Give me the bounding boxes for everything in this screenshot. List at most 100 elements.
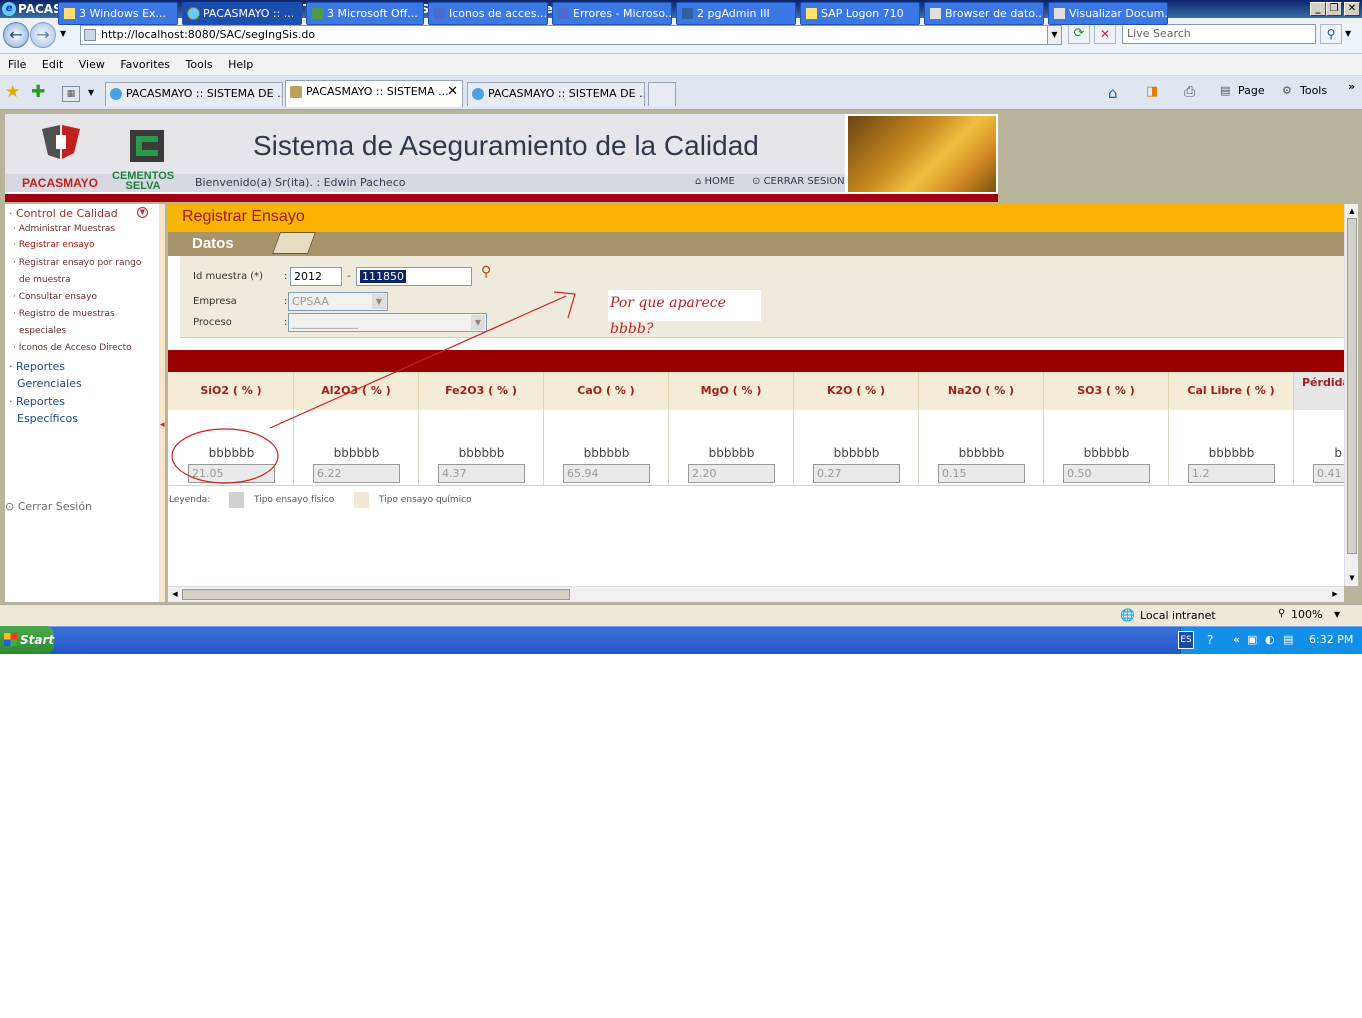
scroll-up-icon[interactable]: ▲ bbox=[1346, 205, 1358, 217]
menu-favorites[interactable]: Favorites bbox=[114, 54, 176, 76]
tools-menu[interactable]: Tools bbox=[1300, 84, 1327, 97]
minimize-button[interactable]: _ bbox=[1310, 2, 1326, 16]
system-tray: ES ? « ▣ ◐ ▤ 6:32 PM bbox=[1178, 627, 1362, 654]
print-icon[interactable]: ⎙ bbox=[1184, 84, 1195, 100]
value-input-na2o[interactable]: 0.15 bbox=[938, 464, 1025, 483]
close-window-button[interactable]: ✕ bbox=[1344, 2, 1360, 16]
value-input-k2o[interactable]: 0.27 bbox=[813, 464, 900, 483]
sidebar-gerenciales-line2[interactable]: Gerenciales bbox=[17, 377, 82, 390]
address-field[interactable]: http://localhost:8080/SAC/segIngSis.do ▼ bbox=[80, 25, 1062, 45]
sidebar-item-rango[interactable]: · Registrar ensayo por rango bbox=[13, 258, 141, 268]
menu-file[interactable]: File bbox=[2, 54, 32, 76]
back-button[interactable]: ← bbox=[3, 22, 29, 48]
taskbar-item[interactable]: SAP Logon 710 bbox=[800, 2, 920, 25]
taskbar-item-active[interactable]: PACASMAYO :: ... bbox=[182, 2, 302, 25]
quick-tabs-icon[interactable]: ▦ bbox=[62, 86, 80, 102]
vertical-scrollbar[interactable]: ▲ ▼ bbox=[1344, 204, 1358, 586]
page-icon bbox=[290, 86, 302, 98]
taskbar-item[interactable]: 3 Microsoft Off... bbox=[306, 2, 424, 25]
search-icon[interactable]: ⚲ bbox=[1320, 24, 1342, 44]
globe-icon: 🌐 bbox=[1120, 608, 1135, 622]
id-year-input[interactable]: 2012 bbox=[290, 267, 342, 286]
sidebar-especificos-line2[interactable]: Específicos bbox=[17, 412, 78, 425]
value-input-perdida[interactable]: 0.41 bbox=[1313, 464, 1344, 483]
scroll-thumb[interactable] bbox=[182, 589, 570, 600]
sidebar-item-especiales-line2[interactable]: especiales bbox=[19, 326, 66, 336]
page-menu[interactable]: Page bbox=[1238, 84, 1265, 97]
taskbar-item[interactable]: 2 pgAdmin III bbox=[676, 2, 796, 25]
home-link-label: HOME bbox=[704, 176, 735, 187]
scroll-down-icon[interactable]: ▼ bbox=[1346, 572, 1358, 584]
language-indicator[interactable]: ES bbox=[1178, 631, 1194, 649]
sidebar-item-consultar[interactable]: · Consultar ensayo bbox=[13, 292, 97, 302]
taskbar-item[interactable]: Browser de dato... bbox=[924, 2, 1044, 25]
add-favorite-icon[interactable]: ✚ bbox=[31, 82, 45, 102]
sidebar-item-registrar[interactable]: · Registrar ensayo bbox=[13, 240, 95, 250]
sidebar-section-control[interactable]: · Control de Calidad bbox=[9, 207, 118, 220]
value-input-cal-libre[interactable]: 1.2 bbox=[1188, 464, 1275, 483]
menu-tools[interactable]: Tools bbox=[180, 54, 219, 76]
cementos-selva-logo-text: CEMENTOS SELVA bbox=[112, 171, 174, 192]
menu-view[interactable]: View bbox=[73, 54, 111, 76]
col-header-cal-libre: Cal Libre ( % ) bbox=[1169, 372, 1294, 410]
zoom-level[interactable]: 100% bbox=[1291, 608, 1322, 621]
menu-edit[interactable]: Edit bbox=[36, 54, 69, 76]
taskbar-item-label: Errores - Microso... bbox=[573, 7, 672, 20]
search-input[interactable]: Live Search bbox=[1122, 24, 1316, 44]
chevron-more-icon[interactable]: » bbox=[1348, 80, 1355, 93]
scroll-left-icon[interactable]: ◀ bbox=[169, 588, 181, 600]
search-options-icon[interactable]: ▼ bbox=[1345, 29, 1351, 38]
tab-list-dropdown-icon[interactable]: ▼ bbox=[88, 88, 94, 97]
tray-app-icon[interactable]: ▤ bbox=[1283, 627, 1293, 653]
address-dropdown-icon[interactable]: ▼ bbox=[1047, 26, 1061, 44]
chevron-expand-icon[interactable]: « bbox=[1233, 627, 1240, 653]
reportes-label: Reportes bbox=[16, 360, 65, 373]
network-icon[interactable]: ▣ bbox=[1247, 627, 1257, 653]
sidebar-item-registro-especiales[interactable]: · Registro de muestras bbox=[13, 309, 115, 319]
feeds-icon[interactable]: ◨ bbox=[1146, 84, 1158, 99]
sidebar-item-administrar[interactable]: · Administrar Muestras bbox=[13, 224, 115, 234]
annotation-overlay bbox=[171, 291, 576, 484]
refresh-icon[interactable]: ⟳ bbox=[1068, 24, 1090, 44]
taskbar-item[interactable]: Errores - Microso... bbox=[552, 2, 672, 25]
sidebar-reportes-gerenciales[interactable]: · Reportes bbox=[9, 360, 65, 373]
tab-2-active[interactable]: PACASMAYO :: SISTEMA ... ✕ bbox=[285, 80, 463, 107]
zoom-dropdown-icon[interactable]: ▼ bbox=[1334, 610, 1340, 619]
taskbar-item[interactable]: Visualizar Docum... bbox=[1048, 2, 1168, 25]
volume-icon[interactable]: ◐ bbox=[1265, 627, 1275, 653]
horizontal-scrollbar[interactable]: ◀ ▶ bbox=[168, 586, 1344, 602]
annotation-arrow-line bbox=[269, 295, 567, 429]
collapse-icon[interactable]: ▼ bbox=[137, 207, 148, 218]
page-icon bbox=[84, 29, 96, 41]
taskbar-item[interactable]: Iconos de acces... bbox=[428, 2, 548, 25]
sidebar-toggle-icon[interactable]: ◂ bbox=[160, 420, 165, 430]
start-button[interactable]: Start bbox=[0, 626, 54, 654]
close-tab-icon[interactable]: ✕ bbox=[447, 81, 458, 103]
menu-help[interactable]: Help bbox=[222, 54, 259, 76]
value-input-so3[interactable]: 0.50 bbox=[1063, 464, 1150, 483]
tab-1[interactable]: PACASMAYO :: SISTEMA DE ... bbox=[105, 82, 283, 106]
sidebar-item-rango-line2[interactable]: de muestra bbox=[19, 275, 71, 285]
forward-button[interactable]: → bbox=[30, 22, 56, 48]
taskbar-item[interactable]: 3 Windows Ex... bbox=[58, 2, 178, 25]
restore-button[interactable]: ❐ bbox=[1326, 2, 1342, 16]
favorites-star-icon[interactable]: ★ bbox=[5, 82, 20, 102]
sidebar-item-iconos[interactable]: · Íconos de Acceso Directo bbox=[13, 343, 132, 353]
sidebar-reportes-especificos[interactable]: · Reportes bbox=[9, 395, 65, 408]
search-sample-icon[interactable]: ⚲ bbox=[481, 264, 491, 280]
logout-link[interactable]: ⊙ CERRAR SESION bbox=[752, 176, 845, 187]
zoom-icon: ⚲ bbox=[1278, 608, 1286, 619]
ie-icon bbox=[187, 7, 200, 20]
scroll-right-icon[interactable]: ▶ bbox=[1329, 588, 1341, 600]
sidebar-cerrar-sesion[interactable]: ⊙ Cerrar Sesión bbox=[5, 500, 92, 513]
help-icon[interactable]: ? bbox=[1207, 627, 1213, 653]
tab-3[interactable]: PACASMAYO :: SISTEMA DE ... bbox=[467, 82, 645, 106]
home-link[interactable]: ⌂ HOME bbox=[695, 176, 735, 187]
home-icon[interactable]: ⌂ bbox=[1108, 84, 1118, 102]
stop-icon[interactable]: ✕ bbox=[1094, 24, 1116, 44]
taskbar-item-label: 3 Windows Ex... bbox=[79, 7, 167, 20]
new-tab-button[interactable] bbox=[648, 82, 676, 106]
history-dropdown-icon[interactable]: ▼ bbox=[60, 29, 66, 38]
scroll-thumb[interactable] bbox=[1347, 218, 1357, 554]
id-number-input[interactable]: 111850 bbox=[356, 267, 472, 286]
